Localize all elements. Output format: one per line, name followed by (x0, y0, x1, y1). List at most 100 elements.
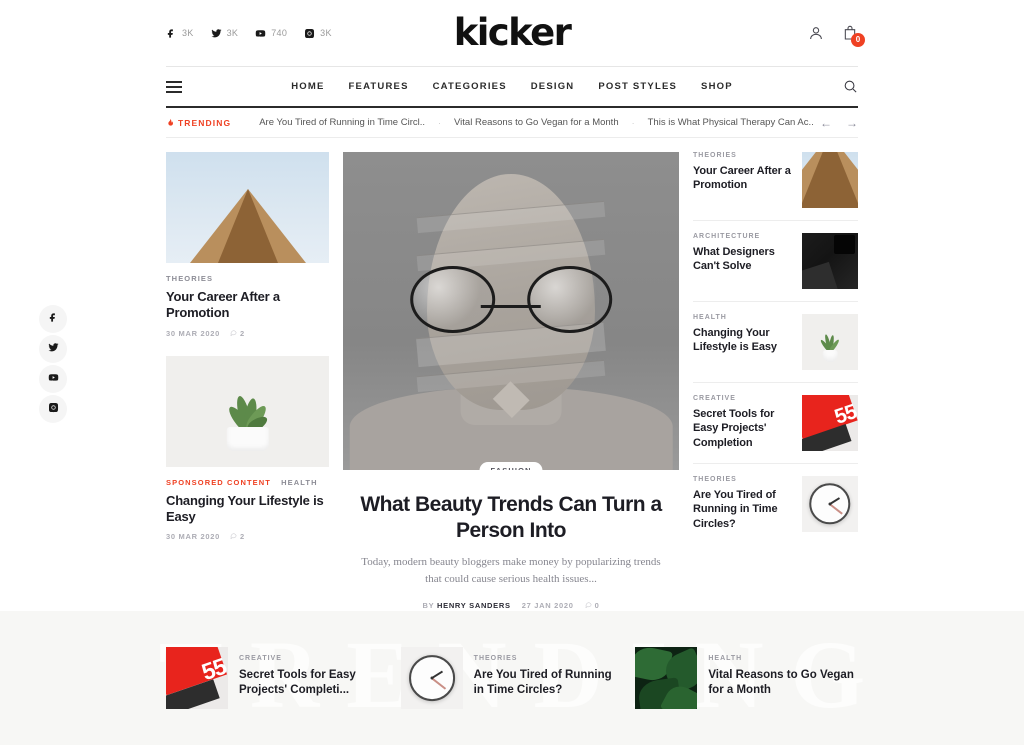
feature-category-badge[interactable]: FASHION (479, 462, 543, 470)
category-label[interactable]: THEORIES (693, 476, 793, 483)
feature-author[interactable]: HENRY SANDERS (437, 601, 511, 610)
left-article-card: SPONSORED CONTENT HEALTH Changing Your L… (166, 355, 329, 541)
feature-comment-count: 0 (585, 601, 600, 610)
trending-separator: · (631, 117, 635, 128)
nav-item-features[interactable]: FEATURES (349, 81, 409, 92)
feature-meta: BY HENRY SANDERS 27 JAN 2020 0 (343, 601, 679, 610)
search-button[interactable] (843, 79, 858, 94)
article-thumbnail[interactable] (166, 152, 329, 263)
right-article-card: CREATIVE Secret Tools for Easy Projects'… (693, 383, 858, 464)
article-thumbnail[interactable] (400, 647, 463, 709)
user-icon (808, 25, 824, 41)
right-article-card: THEORIES Your Career After a Promotion (693, 152, 858, 221)
social-rail-instagram[interactable] (39, 395, 67, 423)
social-share-rail (39, 305, 67, 423)
dark-photo (802, 233, 858, 289)
category-label[interactable]: THEORIES (474, 655, 624, 662)
site-logo[interactable]: kicker (166, 14, 858, 51)
article-thumbnail[interactable] (802, 314, 858, 370)
cart-count-badge: 0 (851, 33, 865, 47)
feature-title[interactable]: What Beauty Trends Can Turn a Person Int… (357, 492, 665, 543)
article-title[interactable]: Vital Reasons to Go Vegan for a Month (708, 668, 858, 698)
nav-item-design[interactable]: DESIGN (531, 81, 575, 92)
comment-count-value: 2 (239, 328, 245, 338)
article-category: SPONSORED CONTENT HEALTH (166, 478, 329, 487)
cart-button[interactable]: 0 (842, 25, 865, 47)
article-thumbnail[interactable] (802, 233, 858, 289)
flame-icon (166, 117, 174, 129)
feature-date: 27 JAN 2020 (521, 601, 574, 611)
feature-comment-value: 0 (594, 601, 600, 611)
nav-item-home[interactable]: HOME (291, 81, 324, 92)
category-label[interactable]: THEORIES (166, 274, 213, 283)
by-label: BY (422, 601, 435, 611)
category-label[interactable]: CREATIVE (693, 395, 793, 402)
social-rail-facebook[interactable] (39, 305, 67, 333)
page-root: 3K 3K 740 3K kicker 0 HOME FEATURES CATE… (0, 0, 1024, 745)
nav-item-shop[interactable]: SHOP (701, 81, 733, 92)
article-meta: 30 MAR 2020 2 (166, 532, 329, 541)
category-label[interactable]: ARCHITECTURE (693, 233, 793, 240)
trending-card: HEALTH Vital Reasons to Go Vegan for a M… (635, 647, 858, 709)
trending-separator: · (438, 117, 442, 128)
round-glasses-icon (410, 266, 612, 334)
category-label[interactable]: THEORIES (693, 152, 793, 159)
article-title[interactable]: Secret Tools for Easy Projects' Completi… (239, 668, 389, 698)
portrait-photo (343, 152, 679, 470)
trending-cards: 55 CREATIVE Secret Tools for Easy Projec… (166, 647, 858, 709)
main-navbar: HOME FEATURES CATEGORIES DESIGN POST STY… (166, 66, 858, 108)
trending-next-arrow[interactable]: → (846, 117, 858, 129)
article-title[interactable]: Changing Your Lifestyle is Easy (166, 493, 329, 526)
article-title[interactable]: Are You Tired of Running in Time Circles… (474, 668, 624, 698)
clock-photo (802, 476, 858, 532)
category-label[interactable]: HEALTH (693, 314, 793, 321)
article-meta: 30 MAR 2020 2 (166, 329, 329, 338)
category-label[interactable]: HEALTH (708, 655, 858, 662)
facebook-icon (48, 310, 59, 328)
article-thumbnail[interactable] (802, 476, 858, 532)
article-thumbnail[interactable]: 55 (166, 647, 228, 709)
article-title[interactable]: Secret Tools for Easy Projects' Completi… (693, 407, 793, 450)
youtube-icon (48, 370, 59, 388)
trending-nav-arrows: ← → (820, 117, 858, 129)
article-thumbnail[interactable]: 55 (802, 395, 858, 451)
content-grid: THEORIES Your Career After a Promotion 3… (166, 138, 858, 610)
laptop-photo: 55 (802, 395, 858, 451)
plant-photo (166, 355, 329, 467)
laptop-photo: 55 (166, 647, 228, 709)
account-button[interactable] (808, 25, 824, 41)
article-title[interactable]: Your Career After a Promotion (693, 164, 793, 193)
right-article-card: THEORIES Are You Tired of Running in Tim… (693, 464, 858, 544)
comment-count: 2 (230, 329, 245, 338)
roof-photo (802, 152, 858, 208)
article-title[interactable]: Your Career After a Promotion (166, 289, 329, 322)
feature-article: FASHION What Beauty Trends Can Turn a Pe… (343, 152, 679, 610)
search-icon (843, 79, 858, 94)
trending-item-2[interactable]: Vital Reasons to Go Vegan for a Month (454, 117, 619, 128)
trending-item-3[interactable]: This is What Physical Therapy Can Ac.. (648, 117, 814, 128)
comment-count: 2 (230, 532, 245, 541)
category-label[interactable]: HEALTH (281, 478, 317, 487)
twitter-icon (47, 340, 59, 358)
comment-icon (230, 532, 237, 541)
social-rail-youtube[interactable] (39, 365, 67, 393)
nav-item-categories[interactable]: CATEGORIES (433, 81, 507, 92)
comment-count-value: 2 (239, 532, 245, 541)
trending-item-1[interactable]: Are You Tired of Running in Time Circl.. (259, 117, 425, 128)
social-rail-twitter[interactable] (39, 335, 67, 363)
nav-item-post-styles[interactable]: POST STYLES (598, 81, 677, 92)
article-thumbnail[interactable] (635, 647, 698, 709)
article-title[interactable]: What Designers Can't Solve (693, 245, 793, 274)
trending-card: THEORIES Are You Tired of Running in Tim… (400, 647, 624, 709)
top-actions: 0 (808, 25, 865, 47)
trending-prev-arrow[interactable]: ← (820, 117, 832, 129)
article-thumbnail[interactable] (802, 152, 858, 208)
article-thumbnail[interactable] (166, 355, 329, 467)
article-title[interactable]: Are You Tired of Running in Time Circles… (693, 488, 793, 531)
category-label[interactable]: CREATIVE (239, 655, 389, 662)
trending-label-text: TRENDING (178, 117, 232, 128)
article-title[interactable]: Changing Your Lifestyle is Easy (693, 326, 793, 355)
left-column: THEORIES Your Career After a Promotion 3… (166, 152, 329, 610)
nav-links: HOME FEATURES CATEGORIES DESIGN POST STY… (166, 81, 858, 92)
feature-image[interactable]: FASHION (343, 152, 679, 470)
